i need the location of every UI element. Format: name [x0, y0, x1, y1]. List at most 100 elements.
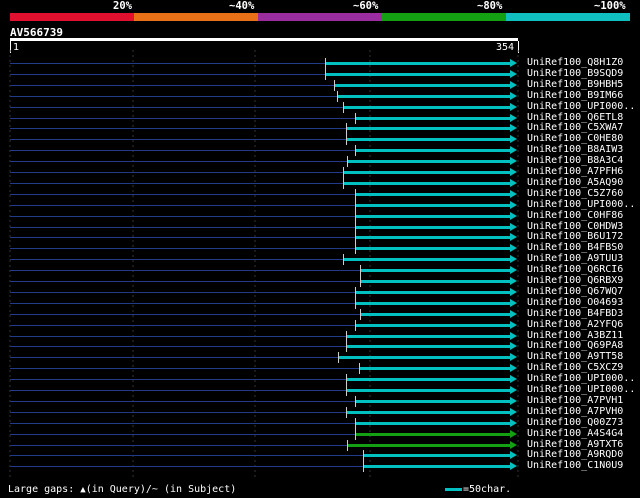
hit-row[interactable]: UniRef100_C1N0U9 [10, 460, 640, 473]
hit-label[interactable]: UniRef100_A3BZ11 [527, 330, 623, 341]
hit-label[interactable]: UniRef100_C5Z760 [527, 188, 623, 199]
alignment-bar[interactable] [356, 116, 510, 120]
subject-gap-icon: ~ [151, 484, 158, 495]
alignment-bar[interactable] [356, 290, 510, 294]
alignment-bar[interactable] [326, 72, 510, 76]
hit-label[interactable]: UniRef100_A9TXT6 [527, 439, 623, 450]
alignment-bar[interactable] [344, 105, 510, 109]
unaligned-track [10, 204, 355, 206]
hit-label[interactable]: UniRef100_C0HDW3 [527, 221, 623, 232]
alignment-bar[interactable] [356, 203, 510, 207]
hit-label[interactable]: UniRef100_Q8H1Z0 [527, 57, 623, 68]
hit-label[interactable]: UniRef100_B4FBD3 [527, 308, 623, 319]
alignment-bar[interactable] [364, 465, 510, 469]
unaligned-track [10, 150, 355, 152]
alignment-bar[interactable] [361, 312, 510, 316]
alignment-bar[interactable] [347, 378, 510, 382]
hit-label[interactable]: UniRef100_Q67WQ7 [527, 286, 623, 297]
unaligned-track [10, 259, 343, 261]
alignment-bar[interactable] [356, 323, 510, 327]
unaligned-track [10, 215, 355, 217]
hit-label[interactable]: UniRef100_Q69PA8 [527, 340, 623, 351]
unaligned-track [10, 291, 355, 293]
alignment-bar[interactable] [356, 214, 510, 218]
alignment-bar[interactable] [356, 301, 510, 305]
arrow-right-icon [510, 266, 517, 275]
hit-label[interactable]: UniRef100_Q00Z73 [527, 417, 623, 428]
unaligned-track [10, 379, 346, 381]
hit-label[interactable]: UniRef100_A9TUU3 [527, 253, 623, 264]
alignment-bar[interactable] [356, 247, 510, 251]
alignment-bar[interactable] [335, 83, 510, 87]
alignment-bar[interactable] [361, 280, 510, 283]
unaligned-track [10, 357, 338, 359]
hit-label[interactable]: UniRef100_B4FBS0 [527, 242, 623, 253]
alignment-bar[interactable] [347, 334, 510, 338]
hit-label[interactable]: UniRef100_C5XWA7 [527, 122, 623, 133]
hit-label[interactable]: UniRef100_UPI000.. [527, 384, 635, 395]
hit-label[interactable]: UniRef100_B6U172 [527, 231, 623, 242]
hit-label[interactable]: UniRef100_B9HBH5 [527, 79, 623, 90]
alignment-bar[interactable] [347, 345, 510, 349]
alignment-bar[interactable] [326, 62, 510, 65]
alignment-bar[interactable] [339, 356, 510, 360]
alignment-bar[interactable] [356, 236, 510, 240]
alignment-bar[interactable] [347, 138, 510, 142]
alignment-bar[interactable] [356, 421, 510, 425]
hit-label[interactable]: UniRef100_A7PFH6 [527, 166, 623, 177]
alignment-bar[interactable] [356, 149, 510, 153]
unaligned-track [10, 422, 355, 424]
hit-label[interactable]: UniRef100_C5XCZ9 [527, 362, 623, 373]
alignment-bar[interactable] [348, 160, 510, 164]
alignment-bar[interactable] [347, 127, 510, 131]
hit-label[interactable]: UniRef100_O04693 [527, 297, 623, 308]
hit-label[interactable]: UniRef100_B9IM66 [527, 90, 623, 101]
arrow-right-icon [510, 233, 517, 242]
alignment-bar[interactable] [361, 269, 510, 273]
alignment-bar[interactable] [344, 258, 510, 262]
hit-label[interactable]: UniRef100_B9SQD9 [527, 68, 623, 79]
hit-label[interactable]: UniRef100_C1N0U9 [527, 460, 623, 471]
arrow-right-icon [510, 440, 517, 449]
arrow-right-icon [510, 222, 517, 231]
hit-label[interactable]: UniRef100_UPI000.. [527, 199, 635, 210]
alignment-bar[interactable] [356, 399, 510, 403]
unaligned-track [10, 302, 355, 304]
hit-label[interactable]: UniRef100_A4S4G4 [527, 428, 623, 439]
alignment-bar[interactable] [364, 454, 510, 458]
unaligned-track [10, 106, 343, 108]
hit-label[interactable]: UniRef100_Q6RCI6 [527, 264, 623, 275]
alignment-bar[interactable] [344, 181, 510, 185]
hit-label[interactable]: UniRef100_A2YFQ6 [527, 319, 623, 330]
alignment-bar[interactable] [344, 171, 510, 174]
hit-label[interactable]: UniRef100_A7PVH1 [527, 395, 623, 406]
hit-label[interactable]: UniRef100_B8A3C4 [527, 155, 623, 166]
hit-label[interactable]: UniRef100_A5AQ90 [527, 177, 623, 188]
unaligned-track [10, 139, 346, 141]
hit-label[interactable]: UniRef100_UPI000.. [527, 373, 635, 384]
hit-label[interactable]: UniRef100_A9TT58 [527, 351, 623, 362]
alignment-bar[interactable] [356, 225, 510, 229]
alignment-bar[interactable] [356, 432, 510, 436]
scale-text: =50char. [463, 484, 512, 495]
alignment-bar[interactable] [338, 94, 510, 98]
hit-list: UniRef100_Q8H1Z0 UniRef100_B9SQD9 UniRef10… [0, 0, 640, 498]
hit-label[interactable]: UniRef100_Q6ETL8 [527, 112, 623, 123]
hit-label[interactable]: UniRef100_A7PVH0 [527, 406, 623, 417]
hit-label[interactable]: UniRef100_Q6RBX9 [527, 275, 623, 286]
unaligned-track [10, 313, 360, 315]
hit-label[interactable]: UniRef100_C0HF86 [527, 210, 623, 221]
arrow-right-icon [510, 91, 517, 100]
unaligned-track [10, 128, 346, 130]
gap-in-subject-text: (in Subject) [163, 484, 237, 495]
alignment-bar[interactable] [360, 367, 510, 371]
alignment-bar[interactable] [348, 443, 510, 447]
scale-swatch [445, 487, 462, 491]
hit-label[interactable]: UniRef100_UPI000.. [527, 101, 635, 112]
alignment-bar[interactable] [347, 389, 510, 392]
hit-label[interactable]: UniRef100_B8AIW3 [527, 144, 623, 155]
alignment-bar[interactable] [347, 410, 510, 414]
alignment-bar[interactable] [356, 192, 510, 196]
hit-label[interactable]: UniRef100_C0HE80 [527, 133, 623, 144]
hit-label[interactable]: UniRef100_A9RQD0 [527, 449, 623, 460]
